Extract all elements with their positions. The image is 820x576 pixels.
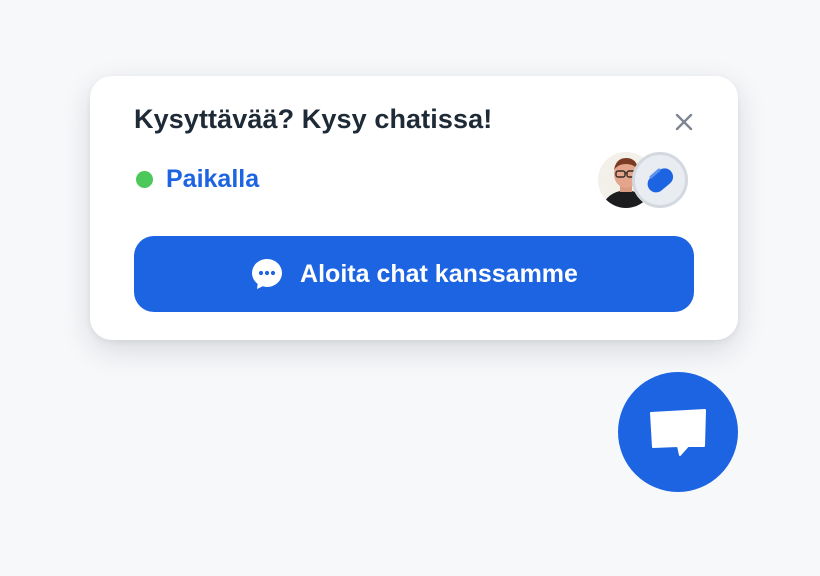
chat-launcher-button[interactable] [618, 372, 738, 492]
close-icon[interactable] [670, 108, 698, 136]
brand-logo-avatar [632, 152, 688, 208]
online-status-dot [136, 170, 153, 188]
chat-invitation-popup: Kysyttävää? Kysy chatissa! Paikalla Aloi… [90, 76, 738, 340]
start-chat-button[interactable]: Aloita chat kanssamme [134, 236, 694, 312]
status-label: Paikalla [166, 164, 260, 193]
popup-title: Kysyttävää? Kysy chatissa! [134, 104, 493, 134]
close-button[interactable] [670, 108, 698, 136]
brand-logo-icon [647, 168, 674, 193]
agent-avatars [598, 152, 694, 210]
online-status: Paikalla [136, 164, 259, 194]
message-bubble-icon [650, 409, 706, 456]
chat-bubble-icon [250, 257, 284, 291]
start-chat-label: Aloita chat kanssamme [300, 259, 578, 288]
